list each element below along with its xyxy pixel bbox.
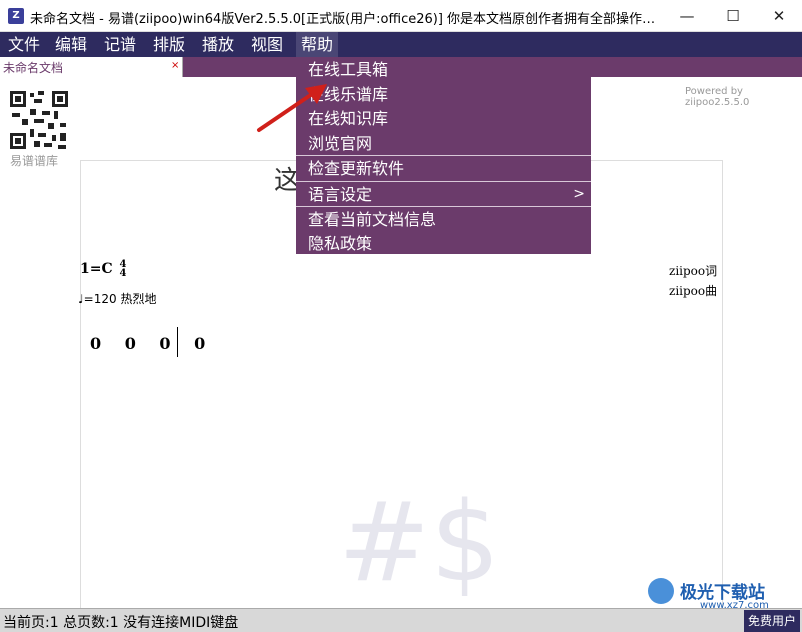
page-watermark: #$ — [338, 478, 501, 606]
text-cursor — [177, 327, 178, 357]
maximize-button[interactable]: ☐ — [710, 0, 756, 32]
tab-close-icon[interactable]: × — [171, 60, 179, 71]
menu-file[interactable]: 文件 — [3, 32, 45, 57]
window-title: 未命名文档 - 易谱(ziipoo)win64版Ver2.5.5.0[正式版(用… — [30, 12, 662, 27]
composer-credit[interactable]: ziipoo曲 — [669, 282, 717, 299]
score-notes[interactable]: 0 0 0 0 — [90, 334, 214, 353]
annotation-arrow-icon — [257, 84, 327, 132]
menu-notation[interactable]: 记谱 — [99, 32, 141, 57]
app-icon: Z — [8, 8, 24, 24]
tempo-marking[interactable]: ♩=120 热烈地 — [78, 290, 156, 307]
menu-edit[interactable]: 编辑 — [50, 32, 92, 57]
lyricist-credit[interactable]: ziipoo词 — [669, 262, 717, 279]
site-logo-icon — [648, 578, 674, 604]
menu-document-info[interactable]: 查看当前文档信息 — [296, 207, 591, 232]
user-type-badge[interactable]: 免费用户 — [744, 610, 800, 632]
key-signature-text: 1=C — [80, 261, 113, 277]
help-dropdown-menu: 在线工具箱 在线乐谱库 在线知识库 浏览官网 检查更新软件 语言设定 > 查看当… — [296, 57, 591, 254]
menu-online-toolbox[interactable]: 在线工具箱 — [296, 57, 591, 82]
menu-privacy-policy[interactable]: 隐私政策 — [296, 231, 591, 256]
title-bar: Z 未命名文档 - 易谱(ziipoo)win64版Ver2.5.5.0[正式版… — [0, 0, 802, 32]
site-watermark-url: www.xz7.com — [700, 600, 769, 611]
time-signature: 4 4 — [119, 260, 127, 279]
qr-code-icon — [8, 89, 70, 151]
menu-check-updates[interactable]: 检查更新软件 — [296, 156, 591, 181]
submenu-arrow-icon: > — [573, 186, 585, 202]
menu-visit-website[interactable]: 浏览官网 — [296, 131, 591, 156]
time-signature-bottom: 4 — [119, 268, 127, 279]
tab-label: 未命名文档 — [3, 61, 64, 75]
menu-language-label: 语言设定 — [308, 185, 373, 204]
key-signature[interactable]: 1=C 4 4 — [80, 260, 127, 279]
menu-online-knowledge-base[interactable]: 在线知识库 — [296, 106, 591, 131]
powered-by-label: Powered by ziipoo2.5.5.0 — [685, 86, 750, 108]
menu-play[interactable]: 播放 — [197, 32, 239, 57]
status-bar: 当前页:1 总页数:1 没有连接MIDI键盘 — [0, 608, 802, 632]
menu-help[interactable]: 帮助 — [296, 32, 339, 57]
minimize-button[interactable]: — — [664, 0, 710, 32]
status-text: 当前页:1 总页数:1 没有连接MIDI键盘 — [3, 615, 239, 631]
tempo-text: =120 热烈地 — [83, 292, 157, 306]
qr-label: 易谱谱库 — [10, 154, 59, 168]
menu-view[interactable]: 视图 — [246, 32, 288, 57]
tab-untitled-document[interactable]: 未命名文档 × — [0, 57, 183, 77]
menu-online-score-library[interactable]: 在线乐谱库 — [296, 82, 591, 107]
menu-bar: 文件 编辑 记谱 排版 播放 视图 帮助 — [0, 32, 802, 57]
menu-language-settings[interactable]: 语言设定 > — [296, 182, 591, 207]
menu-layout[interactable]: 排版 — [148, 32, 190, 57]
close-button[interactable]: ✕ — [756, 0, 802, 32]
